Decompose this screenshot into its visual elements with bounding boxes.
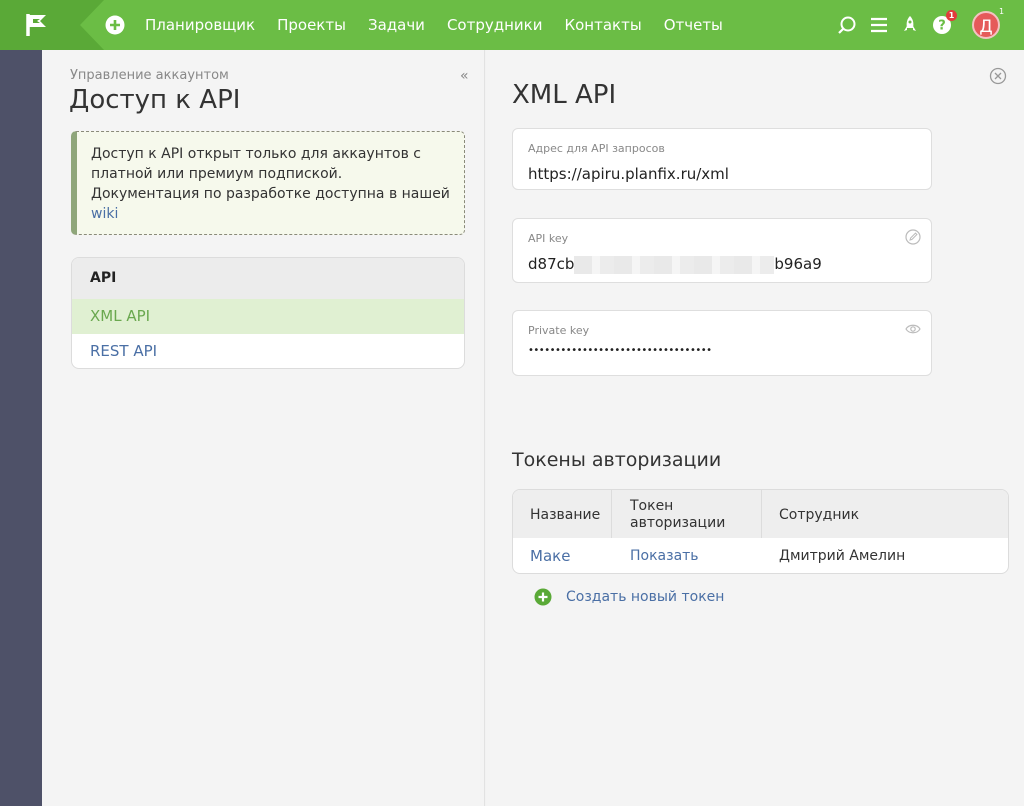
info-notice: Доступ к API открыт только для аккаунтов… xyxy=(71,131,465,235)
svg-text:?: ? xyxy=(938,19,946,34)
notice-text: Доступ к API открыт только для аккаунтов… xyxy=(91,146,450,202)
create-token-label: Создать новый токен xyxy=(566,589,725,605)
nav-planner[interactable]: Планировщик xyxy=(145,16,255,34)
search-icon[interactable] xyxy=(836,14,858,36)
api-url-value[interactable]: https://apiru.planfix.ru/xml xyxy=(528,165,729,183)
nav-employees[interactable]: Сотрудники xyxy=(447,16,543,34)
avatar-badge: 1 xyxy=(999,7,1005,16)
nav-tasks[interactable]: Задачи xyxy=(368,16,425,34)
rocket-icon[interactable] xyxy=(899,14,921,36)
api-key-value[interactable]: d87cb b96a9 xyxy=(528,255,822,274)
token-employee: Дмитрий Амелин xyxy=(779,548,906,564)
menu-icon[interactable] xyxy=(868,14,890,36)
eye-icon[interactable] xyxy=(905,321,921,337)
edit-icon[interactable] xyxy=(905,229,921,245)
tokens-table: Название Токен авторизации Сотрудник Мак… xyxy=(512,489,1009,574)
api-key-field[interactable]: API key d87cb b96a9 xyxy=(512,218,932,283)
token-name-link[interactable]: Маке xyxy=(530,547,570,565)
nav-reports[interactable]: Отчеты xyxy=(664,16,723,34)
private-key-value[interactable]: •••••••••••••••••••••••••••••••••• xyxy=(528,345,712,356)
private-key-field[interactable]: Private key ••••••••••••••••••••••••••••… xyxy=(512,310,932,376)
api-menu-header: API xyxy=(72,258,464,299)
logo-area[interactable] xyxy=(0,0,104,50)
column-header-token: Токен авторизации xyxy=(630,498,726,531)
nav-contacts[interactable]: Контакты xyxy=(564,16,641,34)
show-token-link[interactable]: Показать xyxy=(630,548,699,564)
tokens-title: Токены авторизации xyxy=(512,449,722,471)
api-key-start: d87cb xyxy=(528,255,575,273)
api-url-label: Адрес для API запросов xyxy=(528,142,665,155)
create-token-button[interactable]: Создать новый токен xyxy=(534,587,724,607)
plus-circle-icon xyxy=(534,588,552,606)
column-header-employee: Сотрудник xyxy=(779,507,860,523)
avatar[interactable]: Д xyxy=(972,11,1000,39)
sidebar-strip xyxy=(0,50,42,806)
top-bar: Планировщик Проекты Задачи Сотрудники Ко… xyxy=(0,0,1024,50)
right-panel: XML API Адрес для API запросов https://a… xyxy=(486,50,1024,806)
flag-logo-icon xyxy=(26,14,46,36)
private-key-label: Private key xyxy=(528,324,590,337)
menu-item-xml-api[interactable]: XML API xyxy=(72,299,464,334)
main-nav: Планировщик Проекты Задачи Сотрудники Ко… xyxy=(145,0,745,50)
menu-item-rest-api[interactable]: REST API xyxy=(72,334,464,368)
help-badge: 1 xyxy=(946,10,957,21)
nav-projects[interactable]: Проекты xyxy=(277,16,346,34)
collapse-left-icon[interactable]: « xyxy=(460,68,469,84)
page-title: Доступ к API xyxy=(69,85,241,115)
wiki-link[interactable]: wiki xyxy=(91,206,118,222)
api-key-end: b96a9 xyxy=(774,255,822,273)
section-title: XML API xyxy=(512,80,617,110)
column-header-name: Название xyxy=(530,507,601,523)
breadcrumb[interactable]: Управление аккаунтом xyxy=(70,68,229,83)
api-key-label: API key xyxy=(528,232,569,245)
close-icon[interactable] xyxy=(989,67,1007,85)
plus-circle-icon[interactable] xyxy=(105,15,125,35)
left-panel: Управление аккаунтом « Доступ к API Дост… xyxy=(42,50,485,806)
api-key-masked xyxy=(574,255,775,274)
api-url-field[interactable]: Адрес для API запросов https://apiru.pla… xyxy=(512,128,932,190)
api-menu: API XML API REST API xyxy=(71,257,465,369)
